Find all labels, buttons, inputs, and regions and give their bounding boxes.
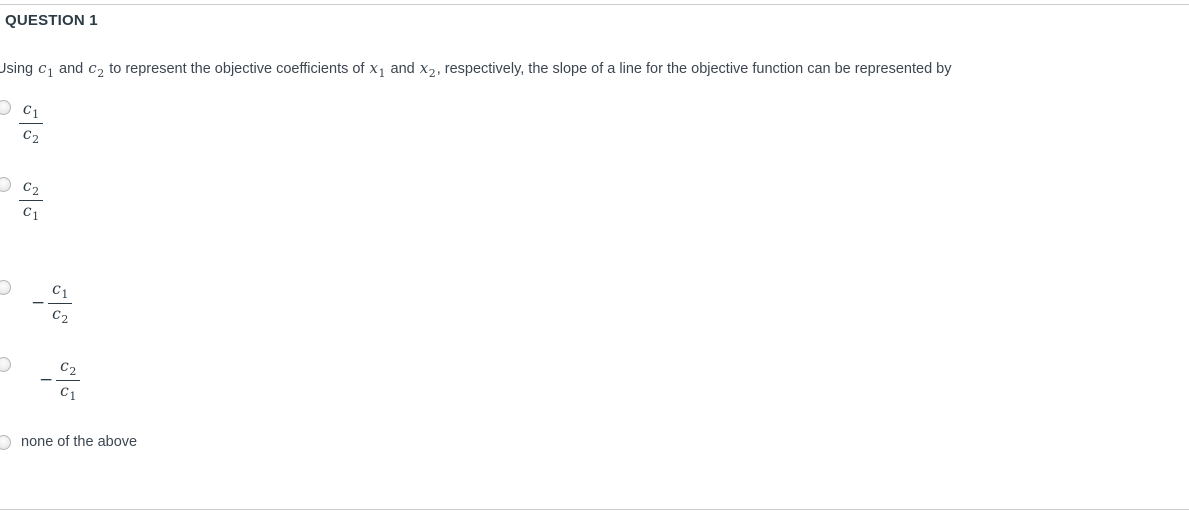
- answer-option-1[interactable]: c1 c2: [0, 100, 43, 147]
- denominator-base: c: [22, 124, 32, 143]
- variable-x1-base: x: [369, 59, 378, 77]
- prompt-text-5: , respectively, the slope of a line for …: [436, 61, 952, 77]
- answer-option-3[interactable]: − c1 c2: [0, 280, 73, 327]
- numerator-base: c: [60, 357, 69, 375]
- prompt-text-1: Using: [0, 61, 34, 77]
- denominator-subscript: 2: [61, 312, 69, 326]
- fraction-numerator: c1: [20, 100, 42, 123]
- variable-c2-subscript: 2: [97, 66, 105, 80]
- denominator-subscript: 1: [69, 389, 77, 403]
- fraction-c1-over-c2: c1 c2: [19, 100, 43, 147]
- variable-c1: c1: [37, 59, 55, 80]
- numerator-base: c: [22, 177, 32, 195]
- fraction-denominator: c2: [20, 124, 42, 147]
- numerator-base: c: [22, 100, 32, 118]
- fraction-negative-c2-over-c1: − c2 c1: [39, 357, 81, 404]
- prompt-text-2: and: [59, 61, 84, 77]
- numerator-subscript: 2: [69, 364, 77, 378]
- fraction-body: c2 c1: [19, 177, 43, 224]
- denominator-subscript: 1: [32, 209, 40, 223]
- fraction-numerator: c1: [49, 280, 71, 303]
- answer-option-5[interactable]: none of the above: [0, 434, 138, 450]
- fraction-numerator: c2: [20, 177, 42, 200]
- variable-c2-base: c: [88, 59, 97, 77]
- minus-sign: −: [31, 293, 46, 314]
- variable-x2-base: x: [419, 59, 429, 77]
- fraction-negative-c1-over-c2: − c1 c2: [31, 280, 73, 327]
- fraction-denominator: c1: [20, 201, 42, 224]
- numerator-base: c: [52, 280, 61, 298]
- fraction-denominator: c1: [57, 381, 79, 404]
- variable-c1-base: c: [38, 59, 47, 77]
- question-page: QUESTION 1 Using c1 and c2 to represent …: [0, 0, 1189, 524]
- radio-button-option-5[interactable]: [0, 435, 11, 450]
- answer-option-2[interactable]: c2 c1: [0, 177, 43, 224]
- fraction-c2-over-c1: c2 c1: [19, 177, 43, 224]
- question-prompt: Using c1 and c2 to represent the objecti…: [0, 58, 952, 84]
- minus-sign: −: [39, 370, 54, 391]
- top-divider: [0, 4, 1189, 5]
- fraction-numerator: c2: [57, 357, 79, 380]
- radio-button-option-3[interactable]: [0, 280, 11, 295]
- denominator-base: c: [60, 381, 69, 400]
- numerator-subscript: 2: [32, 184, 40, 198]
- fraction-body: c1 c2: [48, 280, 73, 327]
- answer-option-3-label: − c1 c2: [31, 280, 73, 327]
- variable-c1-subscript: 1: [47, 66, 55, 80]
- variable-x2: x2: [419, 59, 437, 80]
- variable-c2: c2: [87, 59, 105, 80]
- answer-option-4-label: − c2 c1: [39, 357, 81, 404]
- numerator-subscript: 1: [32, 107, 40, 121]
- fraction-body: c1 c2: [19, 100, 43, 147]
- radio-button-option-1[interactable]: [0, 100, 11, 115]
- question-header: QUESTION 1: [5, 12, 98, 29]
- bottom-divider: [0, 509, 1189, 510]
- fraction-denominator: c2: [49, 304, 71, 327]
- radio-button-option-4[interactable]: [0, 357, 11, 372]
- prompt-text-3: to represent the objective coefficients …: [109, 61, 365, 77]
- answer-option-5-label: none of the above: [21, 434, 138, 450]
- numerator-subscript: 1: [61, 287, 69, 301]
- variable-x2-subscript: 2: [428, 66, 436, 80]
- answer-option-1-label: c1 c2: [19, 100, 43, 147]
- fraction-body: c2 c1: [56, 357, 81, 404]
- denominator-subscript: 2: [32, 132, 40, 146]
- denominator-base: c: [52, 304, 61, 323]
- answer-option-4[interactable]: − c2 c1: [0, 357, 81, 404]
- denominator-base: c: [22, 201, 32, 220]
- variable-x1: x1: [369, 59, 387, 80]
- radio-button-option-2[interactable]: [0, 177, 11, 192]
- answer-option-2-label: c2 c1: [19, 177, 43, 224]
- variable-x1-subscript: 1: [378, 66, 386, 80]
- prompt-text-4: and: [390, 61, 415, 77]
